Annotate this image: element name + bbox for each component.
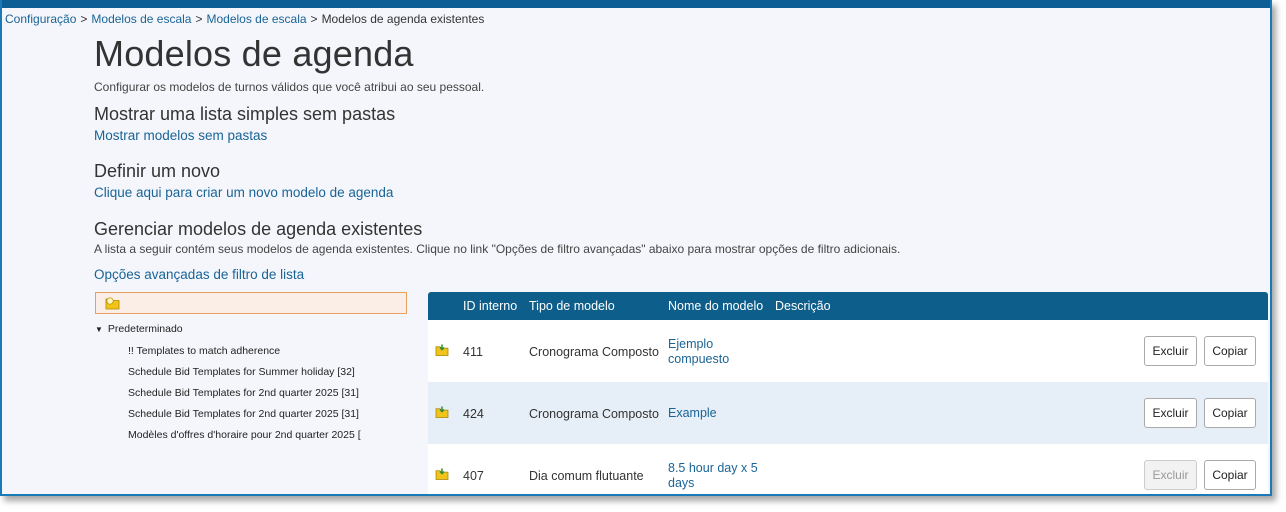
manage-section: Gerenciar modelos de agenda existentes A… [94, 218, 1194, 256]
breadcrumb-item-configuracao[interactable]: Configuração [5, 12, 76, 26]
row-id: 424 [463, 407, 484, 421]
header-name[interactable]: Nome do modelo [668, 299, 763, 313]
tree-item[interactable]: Schedule Bid Templates for Summer holida… [128, 366, 355, 378]
main-content: Modelos de agenda Configurar os modelos … [94, 33, 1270, 283]
page-subtitle: Configurar os modelos de turnos válidos … [94, 80, 485, 94]
row-name-link[interactable]: 8.5 hour day x 5 days [668, 461, 768, 491]
row-type: Cronograma Composto [529, 407, 659, 421]
copy-button[interactable]: Copiar [1204, 460, 1256, 490]
row-id: 411 [463, 345, 483, 359]
row-name-link[interactable]: Example [668, 406, 768, 421]
page-title: Modelos de agenda [94, 33, 414, 74]
table-header: ID interno Tipo de modelo Nome do modelo… [428, 292, 1268, 320]
header-id[interactable]: ID interno [463, 299, 517, 313]
breadcrumb: Configuração > Modelos de escala > Modelos d… [5, 12, 485, 26]
template-folder-icon [435, 468, 449, 483]
app-window: Configuração > Modelos de escala > Modelos d… [0, 0, 1272, 496]
tree-item[interactable]: Schedule Bid Templates for 2nd quarter 2… [128, 408, 359, 420]
manage-heading: Gerenciar modelos de agenda existentes [94, 219, 423, 239]
delete-button[interactable]: Excluir [1144, 398, 1197, 428]
tree-item[interactable]: !! Templates to match adherence [128, 345, 280, 357]
triangle-down-icon[interactable]: ▼ [95, 325, 103, 334]
top-nav-strip [2, 0, 1270, 8]
row-id: 407 [463, 469, 484, 483]
header-description[interactable]: Descrição [775, 299, 831, 313]
create-new-template-link[interactable]: Clique aqui para criar um novo modelo de… [94, 185, 393, 200]
define-new-section: Definir um novo Clique aqui para criar u… [94, 160, 393, 200]
row-name-link[interactable]: Ejemplo compuesto [668, 337, 768, 367]
show-without-folders-link[interactable]: Mostrar modelos sem pastas [94, 128, 395, 143]
advanced-filter-link[interactable]: Opções avançadas de filtro de lista [94, 267, 304, 282]
copy-button[interactable]: Copiar [1204, 398, 1256, 428]
table-row: 407 Dia comum flutuante 8.5 hour day x 5… [428, 444, 1268, 494]
template-folder-icon [435, 406, 449, 421]
simple-list-heading: Mostrar uma lista simples sem pastas [94, 104, 396, 124]
template-folder-icon [435, 344, 449, 359]
simple-list-section: Mostrar uma lista simples sem pastas Mos… [94, 103, 395, 143]
folder-filter-box[interactable] [95, 292, 407, 314]
breadcrumb-item-modelos-de-escala[interactable]: Modelos de escala [91, 12, 191, 26]
manage-description: A lista a seguir contém seus modelos de … [94, 242, 901, 256]
define-new-heading: Definir um novo [94, 161, 221, 181]
delete-button: Excluir [1144, 460, 1197, 490]
table-row: 424 Cronograma Composto Example Excluir … [428, 382, 1268, 444]
folder-icon [105, 296, 121, 315]
table-row: 411 Cronograma Composto Ejemplo compuest… [428, 320, 1268, 382]
header-type[interactable]: Tipo de modelo [529, 299, 615, 313]
row-type: Dia comum flutuante [529, 469, 644, 483]
row-type: Cronograma Composto [529, 345, 659, 359]
tree-root[interactable]: ▼ Predeterminado [95, 323, 183, 335]
tree-item[interactable]: Schedule Bid Templates for 2nd quarter 2… [128, 387, 359, 399]
tree-item[interactable]: Modèles d'offres d'horaire pour 2nd quar… [128, 429, 361, 441]
copy-button[interactable]: Copiar [1204, 336, 1256, 366]
breadcrumb-item-modelos-de-escala-2[interactable]: Modelos de escala [206, 12, 306, 26]
tree-root-label: Predeterminado [107, 323, 183, 335]
delete-button[interactable]: Excluir [1144, 336, 1197, 366]
breadcrumb-current: Modelos de agenda existentes [321, 12, 485, 26]
folder-tree: ▼ Predeterminado !! Templates to match a… [95, 323, 361, 441]
templates-table: ID interno Tipo de modelo Nome do modelo… [428, 292, 1268, 494]
